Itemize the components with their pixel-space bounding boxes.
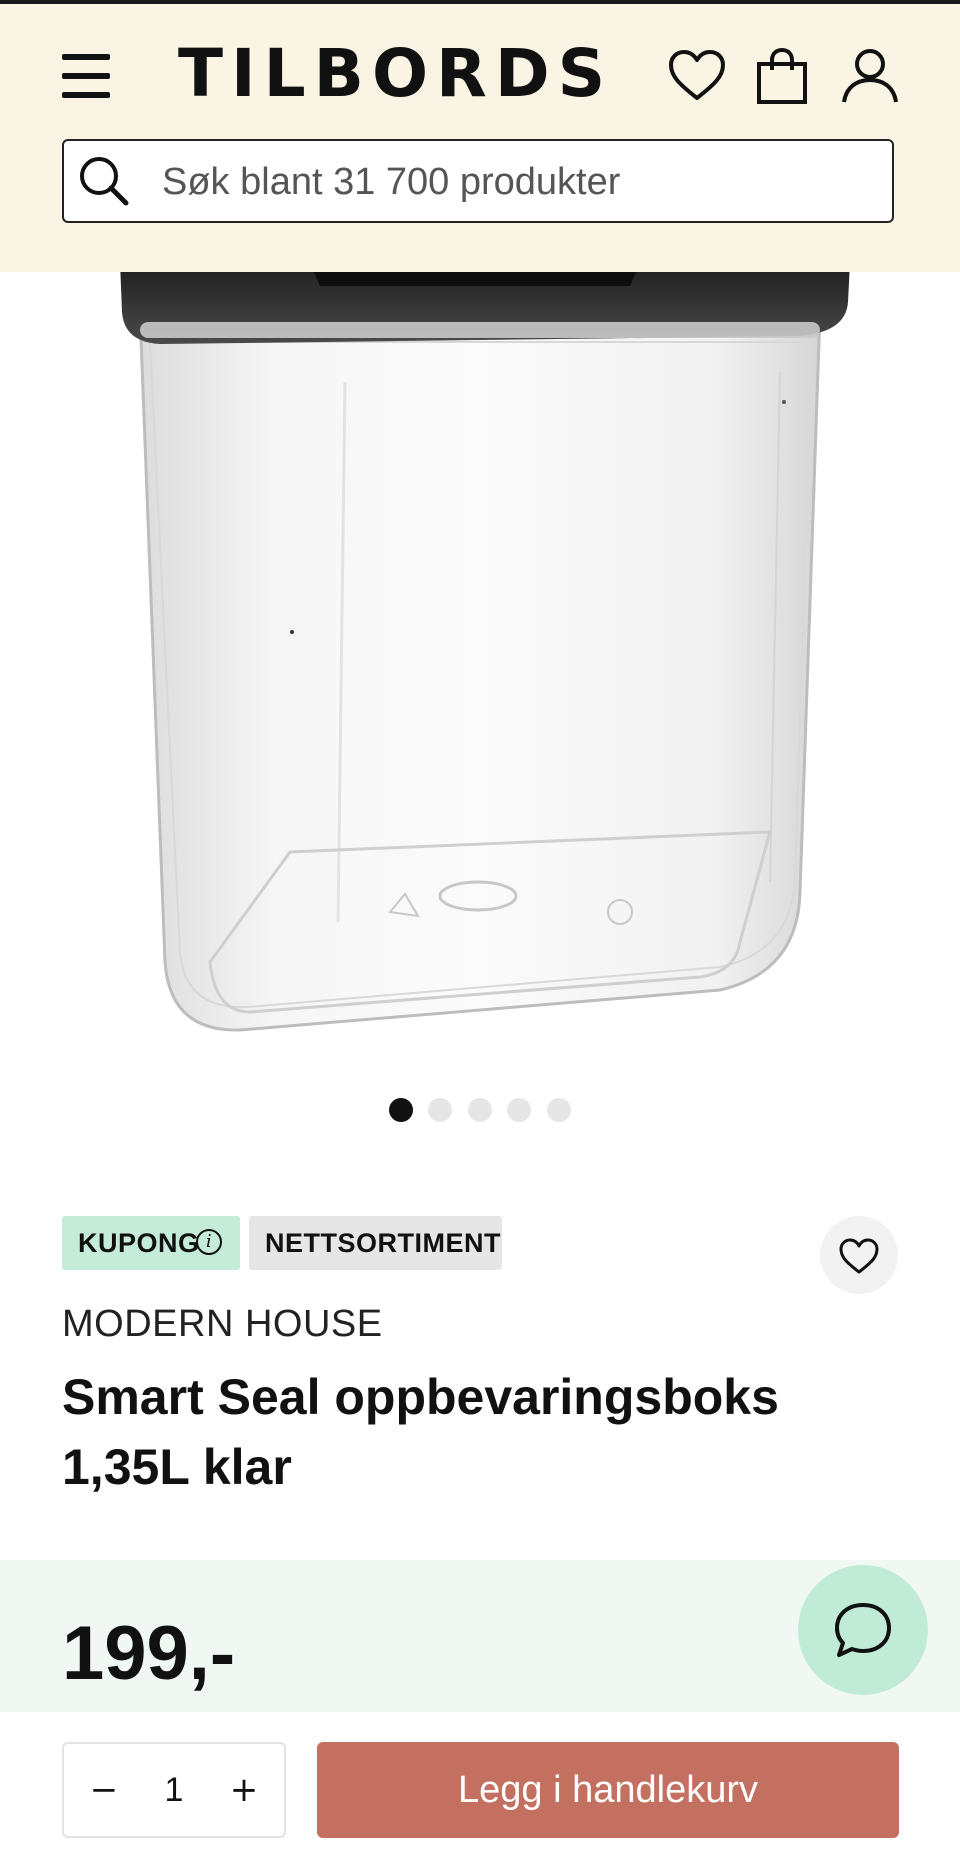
shopping-bag-icon[interactable]	[750, 44, 814, 108]
quantity-stepper: − 1 +	[62, 1742, 286, 1838]
product-title-line-1: Smart Seal oppbevaringsboks	[62, 1369, 779, 1425]
heart-icon[interactable]	[665, 44, 729, 108]
site-header: TILBORDS	[0, 4, 960, 272]
chat-bubble-icon	[835, 1603, 891, 1657]
decrease-quantity-button[interactable]: −	[76, 1762, 132, 1818]
menu-icon[interactable]	[60, 54, 112, 98]
product-title: Smart Seal oppbevaringsboks 1,35L klar	[62, 1362, 862, 1502]
logo[interactable]: TILBORDS	[178, 34, 613, 114]
coupon-badge-label: KUPONG	[78, 1228, 200, 1258]
carousel-dot-3[interactable]	[468, 1098, 492, 1122]
product-brand[interactable]: MODERN HOUSE	[62, 1303, 383, 1346]
carousel-dot-4[interactable]	[507, 1098, 531, 1122]
carousel-dot-1[interactable]	[389, 1098, 413, 1122]
coupon-badge[interactable]: KUPONG i	[62, 1216, 240, 1270]
heart-icon	[839, 1238, 879, 1274]
info-icon[interactable]: i	[196, 1229, 222, 1255]
carousel-dot-2[interactable]	[428, 1098, 452, 1122]
increase-quantity-button[interactable]: +	[216, 1762, 272, 1818]
carousel-dot-5[interactable]	[547, 1098, 571, 1122]
search-input[interactable]	[160, 155, 864, 209]
product-image[interactable]	[0, 272, 960, 1062]
quantity-value[interactable]: 1	[140, 1762, 208, 1818]
product-title-line-2: 1,35L klar	[62, 1439, 292, 1495]
search-icon	[80, 157, 129, 206]
wishlist-button[interactable]	[820, 1216, 898, 1294]
image-carousel-dots	[0, 1098, 960, 1126]
chat-button[interactable]	[798, 1565, 928, 1695]
net-assortment-badge: NETTSORTIMENT	[249, 1216, 502, 1270]
user-icon[interactable]	[838, 44, 902, 108]
search-bar[interactable]	[62, 139, 894, 223]
product-price: 199,-	[62, 1611, 236, 1696]
net-badge-label: NETTSORTIMENT	[265, 1228, 501, 1258]
add-to-cart-button[interactable]: Legg i handlekurv	[317, 1742, 899, 1838]
